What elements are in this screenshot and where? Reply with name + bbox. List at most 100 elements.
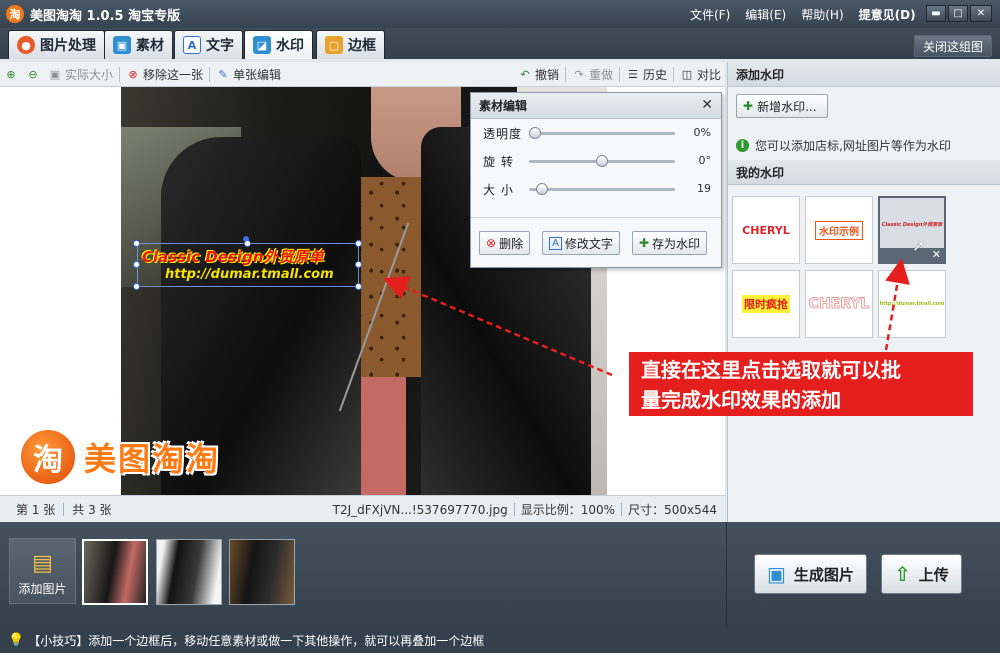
watermark-thumb-text: CHERYL (742, 223, 790, 237)
lightbulb-icon: 💡 (8, 633, 25, 648)
filmstrip-thumb[interactable] (229, 539, 295, 605)
thumb-image (157, 540, 221, 604)
tutorial-callout: 直接在这里点击选取就可以批 量完成水印效果的添加 (629, 352, 973, 416)
zoom-out-icon: ⊖ (28, 67, 38, 81)
current-page: 第 1 张 (16, 502, 56, 517)
remove-one-button[interactable]: ⊗ 移除这一张 (122, 62, 207, 87)
compare-button[interactable]: ◫ 对比 (676, 62, 725, 87)
toolbar-divider (209, 66, 211, 82)
total-pages: 共 3 张 (72, 502, 112, 517)
watermark-grid: CHERYL 水印示例 Classic Design外贸原单 ✕ ➚ 限时疯抢 … (732, 196, 1000, 338)
opacity-value: 0% (693, 126, 711, 139)
callout-line1: 直接在这里点击选取就可以批 (641, 358, 901, 382)
redo-button[interactable]: ↷ 重做 (568, 62, 617, 87)
menu-file[interactable]: 文件(F) (690, 6, 730, 23)
rotate-value: 0° (698, 154, 712, 167)
watermark-text-line1: Classic Design外贸原单 (142, 248, 324, 266)
generate-label: 生成图片 (793, 565, 854, 584)
close-group-button[interactable]: 关闭这组图 (913, 35, 992, 57)
add-image-button[interactable]: ▤ 添加图片 (9, 538, 76, 604)
tab-frame[interactable]: ▢ 边框 (316, 30, 385, 59)
bottom-divider (726, 522, 727, 628)
menu-edit[interactable]: 编辑(E) (745, 6, 786, 23)
opacity-label: 透明度 (483, 126, 523, 141)
zoom-out-button[interactable]: ⊖ (22, 62, 44, 87)
minimize-button[interactable]: ▬ (926, 5, 946, 22)
resize-handle-br[interactable] (355, 283, 362, 290)
single-edit-button[interactable]: ✎ 单张编辑 (212, 62, 285, 87)
zoom-in-icon: ⊕ (6, 67, 16, 81)
filmstrip-thumb[interactable] (156, 539, 222, 605)
tab-label: 边框 (348, 38, 376, 54)
maximize-button[interactable]: □ (948, 5, 968, 22)
tab-material[interactable]: ▣ 素材 (104, 30, 173, 59)
watermark-thumb[interactable]: CHERYL (732, 196, 800, 264)
generate-image-button[interactable]: ▣ 生成图片 (754, 554, 867, 594)
status-divider (63, 502, 65, 516)
watermark-text-line2: http://dumar.tmall.com (165, 267, 334, 282)
undo-label: 撤销 (534, 67, 559, 82)
display-ratio: 显示比例：100% (520, 503, 616, 517)
toolbar-divider (564, 66, 566, 82)
undo-icon: ↶ (520, 67, 530, 81)
resize-handle-tl[interactable] (133, 240, 140, 247)
save-watermark-label: 存为水印 (652, 236, 701, 251)
menu-bar: 文件(F) 编辑(E) 帮助(H) 提意见(D) (690, 0, 916, 28)
dialog-close-icon[interactable]: ✕ (701, 97, 713, 113)
history-label: 历史 (642, 67, 667, 82)
watermark-thumb-selected[interactable]: Classic Design外贸原单 ✕ ➚ (878, 196, 946, 264)
rotate-label: 旋 转 (483, 154, 514, 169)
tab-text[interactable]: A 文字 (174, 30, 243, 59)
undo-button[interactable]: ↶ 撤销 (514, 62, 563, 87)
resize-handle-bl[interactable] (133, 283, 140, 290)
watermark-thumb-text: 限时疯抢 (742, 295, 790, 313)
filmstrip-thumb-active[interactable] (82, 539, 148, 605)
delete-watermark-icon[interactable]: ✕ (932, 248, 941, 261)
delete-button[interactable]: ⊗ 删除 (479, 231, 531, 255)
watermark-thumb-text: CHERYL (808, 296, 870, 313)
tab-watermark[interactable]: ◪ 水印 (244, 30, 313, 59)
text-edit-icon: A (549, 236, 562, 250)
watermark-thumb[interactable]: CHERYL (805, 270, 873, 338)
delete-label: 删除 (499, 236, 524, 251)
rotate-slider-row: 旋 转 0° (471, 147, 721, 175)
resize-handle-tr[interactable] (355, 240, 362, 247)
actual-size-button[interactable]: ▣ 实际大小 (44, 62, 117, 87)
toolbar-divider (672, 66, 674, 82)
dialog-header: 素材编辑 ✕ (471, 93, 721, 119)
logo-watermark-icon: 淘 (18, 427, 78, 487)
resize-handle-left[interactable] (133, 261, 140, 268)
watermark-tip-text: 您可以添加店标,网址图片等作为水印 (755, 139, 951, 153)
history-button[interactable]: ☰ 历史 (622, 62, 671, 87)
edit-text-button[interactable]: A 修改文字 (542, 231, 620, 255)
watermark-thumb[interactable]: 水印示例 (805, 196, 873, 264)
tab-bar: ● 图片处理 ▣ 素材 A 文字 ◪ 水印 ▢ 边框 关闭这组图 (0, 28, 1000, 59)
rotate-slider-knob[interactable] (596, 155, 608, 167)
dialog-divider (471, 217, 721, 218)
opacity-slider-knob[interactable] (529, 127, 541, 139)
upload-label: 上传 (918, 565, 949, 584)
save-watermark-button[interactable]: ✚ 存为水印 (631, 231, 708, 255)
watermark-panel: 添加水印 ✚ 新增水印... i 您可以添加店标,网址图片等作为水印 我的水印 … (727, 62, 1000, 522)
rotate-slider[interactable] (529, 155, 675, 167)
add-watermark-icon: ✚ (743, 99, 754, 113)
upload-button[interactable]: ⇧ 上传 (881, 554, 962, 594)
size-label: 大 小 (483, 182, 514, 197)
watermark-thumb[interactable]: 限时疯抢 (732, 270, 800, 338)
zoom-in-button[interactable]: ⊕ (0, 62, 22, 87)
tab-label: 图片处理 (40, 38, 96, 54)
menu-feedback[interactable]: 提意见(D) (859, 6, 916, 23)
size-slider[interactable] (529, 183, 675, 195)
add-watermark-button[interactable]: ✚ 新增水印... (736, 94, 828, 118)
app-title: 美图淘淘 1.0.5 淘宝专版 (30, 8, 181, 24)
dialog-buttons: ⊗ 删除 A 修改文字 ✚ 存为水印 (479, 231, 708, 255)
watermark-thumb[interactable]: http://dumar.tmall.com (878, 270, 946, 338)
close-window-button[interactable]: ✕ (970, 5, 992, 22)
menu-help[interactable]: 帮助(H) (801, 6, 843, 23)
resize-handle-right[interactable] (355, 261, 362, 268)
opacity-slider[interactable] (529, 127, 675, 139)
size-slider-knob[interactable] (535, 183, 548, 195)
tab-image-process[interactable]: ● 图片处理 (8, 30, 105, 59)
window-controls: ▬ □ ✕ (926, 5, 992, 22)
upload-icon: ⇧ (894, 562, 911, 586)
